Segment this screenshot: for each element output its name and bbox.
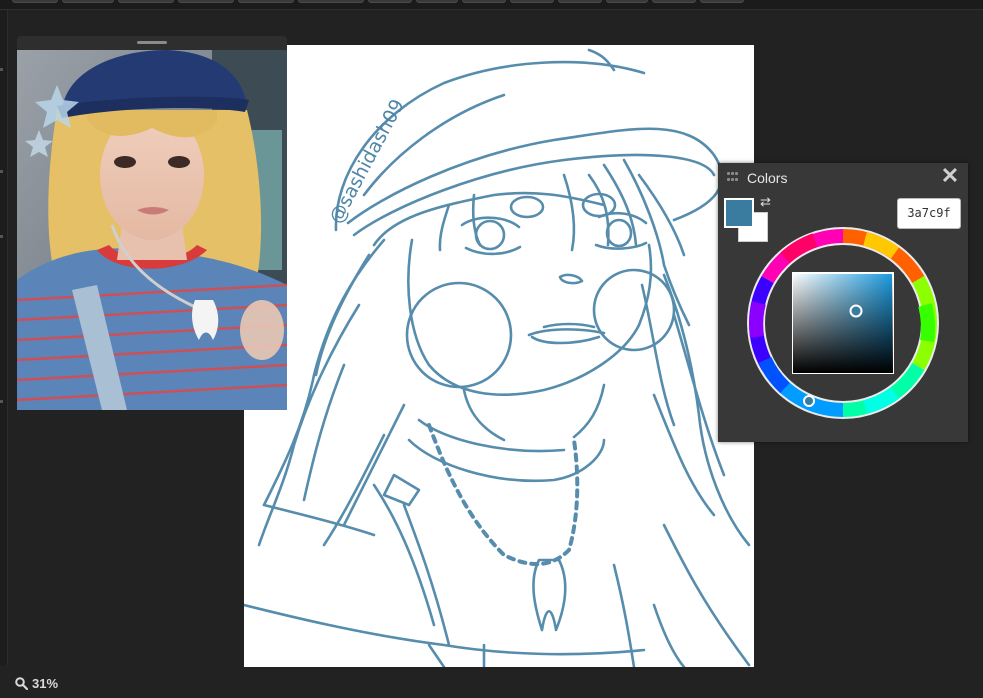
edge-marker [0,400,3,403]
primary-color-swatch[interactable] [724,198,754,228]
toolbar-button[interactable] [368,0,412,3]
grip-icon[interactable] [727,172,739,182]
toolbar-button[interactable] [606,0,648,3]
toolbar-button[interactable] [238,0,294,3]
toolbar-button[interactable] [12,0,58,3]
hue-handle[interactable] [803,395,815,407]
zoom-level: 31% [32,676,59,691]
saturation-value-square[interactable] [792,272,894,374]
toolbar-button[interactable] [558,0,602,3]
edge-marker [0,235,3,238]
toolbar-button[interactable] [510,0,554,3]
colors-panel-header[interactable]: Colors ✕ [718,163,968,191]
reference-photo [17,50,287,410]
left-panel-edge [0,10,8,665]
toolbar-button[interactable] [652,0,696,3]
color-wheel[interactable] [745,225,941,421]
swap-icon[interactable]: ⇄ [760,195,771,208]
zoom-indicator[interactable]: 31% [15,676,58,691]
toolbar-button[interactable] [118,0,174,3]
toolbar-button[interactable] [62,0,114,3]
reference-panel[interactable] [17,36,287,410]
edge-marker [0,68,3,71]
edge-marker [0,170,3,173]
drag-handle[interactable] [137,41,167,44]
watermark-text: @sashidash09 [325,96,409,228]
drawing-canvas[interactable]: @sashidash09 [244,45,754,667]
reference-image [17,50,287,410]
toolbar-button[interactable] [298,0,364,3]
colors-panel-title: Colors [747,170,788,186]
toolbar-button[interactable] [416,0,458,3]
zoom-icon [15,677,28,690]
toolbar-button[interactable] [178,0,234,3]
sketch-lines: @sashidash09 [244,48,751,667]
close-icon[interactable]: ✕ [940,165,960,187]
color-picker-handle[interactable] [849,304,863,318]
toolbar-button[interactable] [700,0,744,3]
colors-panel[interactable]: Colors ✕ ⇄ 3a7c9f [718,163,968,442]
toolbar-button[interactable] [462,0,506,3]
top-toolbar [0,0,983,10]
